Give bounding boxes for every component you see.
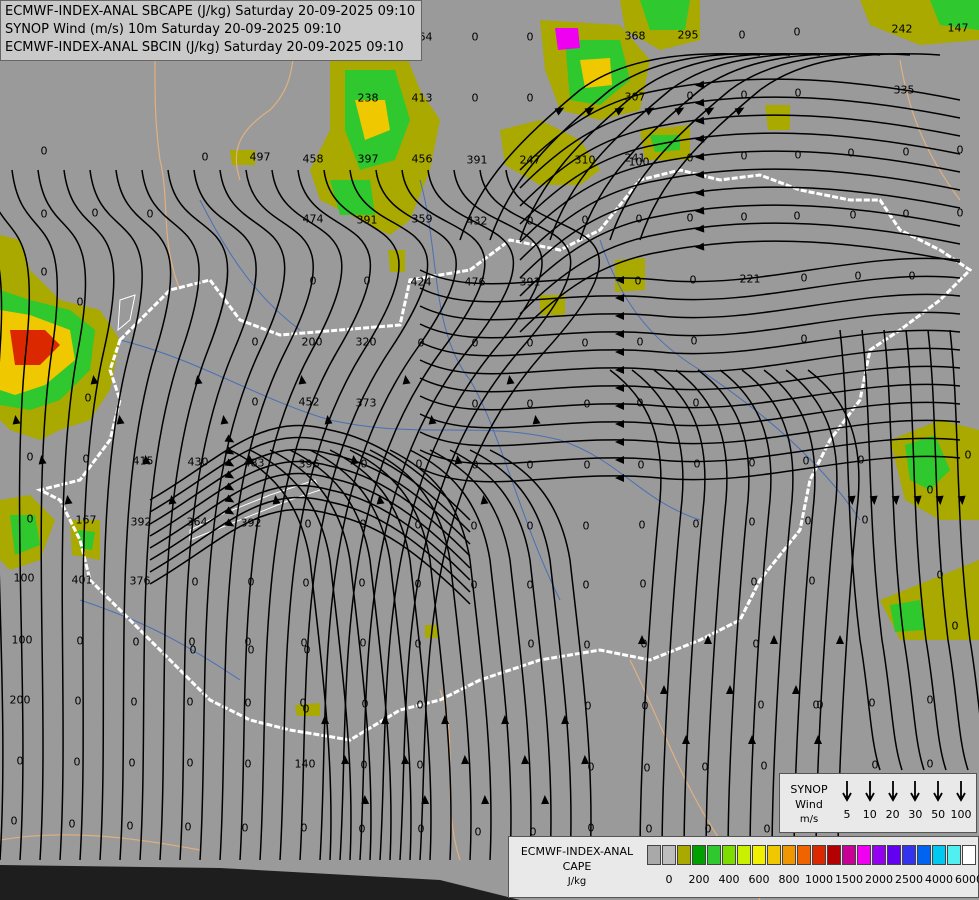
wind-legend: SYNOP Wind m/s 5 10 20 30 50 100 bbox=[779, 773, 977, 833]
cape-color-swatch bbox=[752, 845, 766, 865]
cape-scale-label: 600 bbox=[748, 873, 770, 886]
cape-color-swatch bbox=[677, 845, 691, 865]
cape-scale-label: 0 bbox=[665, 873, 673, 886]
wind-legend-title: SYNOP Wind m/s bbox=[784, 782, 834, 827]
cape-color-swatch bbox=[827, 845, 841, 865]
cape-color-swatch bbox=[842, 845, 856, 865]
cape-color-swatch bbox=[962, 845, 976, 865]
wind-legend-item: 20 bbox=[882, 780, 904, 821]
cape-scale-label: 6000 bbox=[955, 873, 979, 886]
wind-legend-speed: 50 bbox=[931, 808, 946, 821]
cape-color-swatch bbox=[692, 845, 706, 865]
wind-legend-title-line: SYNOP bbox=[790, 783, 828, 796]
cape-color-swatch bbox=[722, 845, 736, 865]
map-title-box: ECMWF-INDEX-ANAL SBCAPE (J/kg) Saturday … bbox=[0, 0, 423, 61]
cape-color-swatch bbox=[767, 845, 781, 865]
arrow-down-icon bbox=[910, 781, 921, 802]
cape-color-swatch bbox=[647, 845, 661, 865]
arrow-down-icon bbox=[842, 781, 852, 802]
cape-color-scale bbox=[647, 845, 977, 865]
wind-legend-speed: 5 bbox=[843, 808, 851, 821]
cape-color-swatch bbox=[797, 845, 811, 865]
cape-scale-label: 2500 bbox=[895, 873, 923, 886]
cape-scale-label: 400 bbox=[718, 873, 740, 886]
wind-legend-speed: 30 bbox=[908, 808, 923, 821]
cape-legend-title-line: ECMWF-INDEX-ANAL bbox=[520, 845, 634, 858]
cape-color-swatch bbox=[872, 845, 886, 865]
cape-color-swatch bbox=[932, 845, 946, 865]
wind-legend-speed: 10 bbox=[862, 808, 877, 821]
weather-map-view: 0034646403682950024214723841300307000335… bbox=[0, 0, 979, 900]
arrow-down-icon bbox=[887, 781, 898, 802]
title-line-wind: SYNOP Wind (m/s) 10m Saturday 20-09-2025… bbox=[5, 22, 342, 37]
wind-legend-item: 100 bbox=[950, 780, 972, 821]
wind-legend-item: 30 bbox=[904, 780, 926, 821]
wind-legend-items: 5 10 20 30 50 100 bbox=[836, 780, 972, 821]
cape-color-swatch bbox=[947, 845, 961, 865]
arrow-down-icon bbox=[956, 781, 966, 802]
cape-legend-title-line: CAPE bbox=[562, 860, 592, 873]
cape-color-swatch bbox=[782, 845, 796, 865]
cape-legend-title-line: J/kg bbox=[567, 876, 587, 887]
map-canvas[interactable] bbox=[0, 0, 979, 900]
cape-legend-title: ECMWF-INDEX-ANAL CAPE J/kg bbox=[513, 844, 641, 889]
title-line-cape: ECMWF-INDEX-ANAL SBCAPE (J/kg) Saturday … bbox=[5, 4, 416, 19]
cape-color-swatch bbox=[737, 845, 751, 865]
cape-color-swatch bbox=[857, 845, 871, 865]
cape-color-swatch bbox=[662, 845, 676, 865]
wind-legend-title-line: m/s bbox=[799, 814, 819, 825]
cape-color-swatch bbox=[917, 845, 931, 865]
wind-legend-item: 10 bbox=[859, 780, 881, 821]
cape-scale-label: 1000 bbox=[805, 873, 833, 886]
wind-legend-item: 5 bbox=[836, 780, 858, 821]
cape-color-swatch bbox=[707, 845, 721, 865]
wind-legend-title-line: Wind bbox=[795, 798, 823, 811]
cape-color-swatch bbox=[812, 845, 826, 865]
arrow-down-icon bbox=[865, 781, 875, 802]
wind-legend-speed: 100 bbox=[950, 808, 972, 821]
cape-scale-labels: 0 200 400 600 800 100015002000250040006000 bbox=[647, 873, 979, 887]
cape-scale-label: 200 bbox=[688, 873, 710, 886]
title-line-cin: ECMWF-INDEX-ANAL SBCIN (J/kg) Saturday 2… bbox=[5, 40, 404, 55]
cape-color-swatch bbox=[902, 845, 916, 865]
cape-scale-label: 2000 bbox=[865, 873, 893, 886]
cape-scale-label: 4000 bbox=[925, 873, 953, 886]
cape-color-swatch bbox=[887, 845, 901, 865]
cape-scale-label: 1500 bbox=[835, 873, 863, 886]
wind-legend-item: 50 bbox=[927, 780, 949, 821]
cape-legend: ECMWF-INDEX-ANAL CAPE J/kg 0 200 400 600 800… bbox=[508, 836, 979, 898]
arrow-down-icon bbox=[933, 781, 943, 802]
wind-legend-speed: 20 bbox=[885, 808, 900, 821]
cape-scale-label: 800 bbox=[778, 873, 800, 886]
